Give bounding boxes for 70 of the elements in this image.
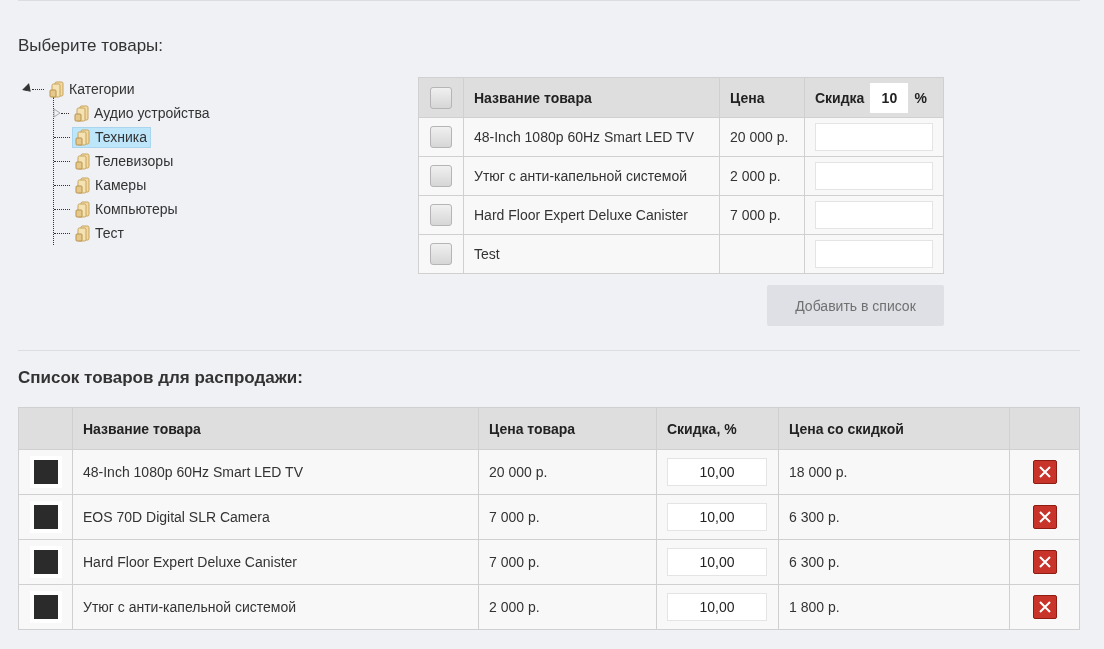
photo-placeholder <box>29 546 62 578</box>
folder-icon <box>75 152 91 170</box>
column-header: Цена товара <box>478 407 657 450</box>
table-cell: 48-Inch 1080p 60Hz Smart LED TV <box>72 449 479 495</box>
table-cell: EOS 70D Digital SLR Camera <box>72 494 479 540</box>
photo-placeholder <box>29 501 62 533</box>
table-cell: Утюг с анти-капельной системой <box>72 584 479 630</box>
discount-input-field[interactable]: 10,00 <box>667 548 767 576</box>
tree-node[interactable]: Категории <box>46 78 139 100</box>
table-cell: 7 000 р. <box>478 494 657 540</box>
table-cell: 20 000 р. <box>719 117 805 157</box>
table-cell: 7 000 р. <box>478 539 657 585</box>
tree-node[interactable]: Компьютеры <box>72 198 182 220</box>
checkbox[interactable] <box>430 126 452 148</box>
folder-icon <box>75 224 91 242</box>
tree-node[interactable]: Техника <box>72 126 151 148</box>
collapsed-arrow-icon[interactable] <box>53 108 61 118</box>
folder-icon <box>75 128 91 146</box>
table-cell: 2 000 р. <box>478 584 657 630</box>
discount-input-field[interactable]: 10,00 <box>667 593 767 621</box>
close-icon <box>1037 465 1052 479</box>
column-header: Название товара <box>72 407 479 450</box>
photo-placeholder <box>29 456 62 488</box>
column-header: Название товара <box>463 77 720 118</box>
column-header: Цена со скидкой <box>778 407 1010 450</box>
folder-icon <box>75 176 91 194</box>
section-heading: Список товаров для распродажи: <box>18 368 304 388</box>
table-cell: 48-Inch 1080p 60Hz Smart LED TV <box>463 117 720 157</box>
table-cell: 1 800 р. <box>778 584 1010 630</box>
column-header: Скидка, % <box>656 407 779 450</box>
tree-node[interactable]: Аудио устройства <box>71 102 214 124</box>
tree-node[interactable]: Камеры <box>72 174 151 196</box>
delete-button[interactable] <box>1032 550 1057 574</box>
delete-button[interactable] <box>1032 595 1057 619</box>
close-icon <box>1037 555 1052 569</box>
table-cell: 6 300 р. <box>778 494 1010 540</box>
checkbox[interactable] <box>430 165 452 187</box>
table-cell: Test <box>463 234 720 274</box>
delete-button[interactable] <box>1032 460 1057 484</box>
discount-input-field[interactable]: 10,00 <box>667 503 767 531</box>
table-cell: Hard Floor Expert Deluxe Canister <box>463 195 720 235</box>
table-cell: Hard Floor Expert Deluxe Canister <box>72 539 479 585</box>
column-header: Скидка <box>815 89 865 106</box>
table-cell: Утюг с анти-капельной системой <box>463 156 720 196</box>
discount-input-field[interactable] <box>815 123 933 151</box>
folder-icon <box>74 104 90 122</box>
discount-input-field[interactable]: 10 <box>870 82 909 113</box>
checkbox[interactable] <box>430 204 452 226</box>
table-cell: 20 000 р. <box>478 449 657 495</box>
close-icon <box>1037 600 1052 614</box>
tree-node[interactable]: Тест <box>72 222 128 244</box>
table-cell: 2 000 р. <box>719 156 805 196</box>
folder-icon <box>75 200 91 218</box>
delete-button[interactable] <box>1032 505 1057 529</box>
discount-input-field[interactable]: 10,00 <box>667 458 767 486</box>
close-icon <box>1037 510 1052 524</box>
table-cell: 7 000 р. <box>719 195 805 235</box>
table-cell: 18 000 р. <box>778 449 1010 495</box>
checkbox[interactable] <box>430 243 452 265</box>
discount-input-field[interactable] <box>815 201 933 229</box>
discount-input-field[interactable] <box>815 162 933 190</box>
table-cell: 6 300 р. <box>778 539 1010 585</box>
percent-label: % <box>914 89 927 106</box>
folder-icon <box>49 80 65 98</box>
discount-input-field[interactable] <box>815 240 933 268</box>
column-header: Цена <box>719 77 805 118</box>
section-heading: Выберите товары: <box>18 36 165 56</box>
photo-placeholder <box>29 591 62 623</box>
tree-node[interactable]: Телевизоры <box>72 150 178 172</box>
checkbox[interactable] <box>430 86 452 109</box>
